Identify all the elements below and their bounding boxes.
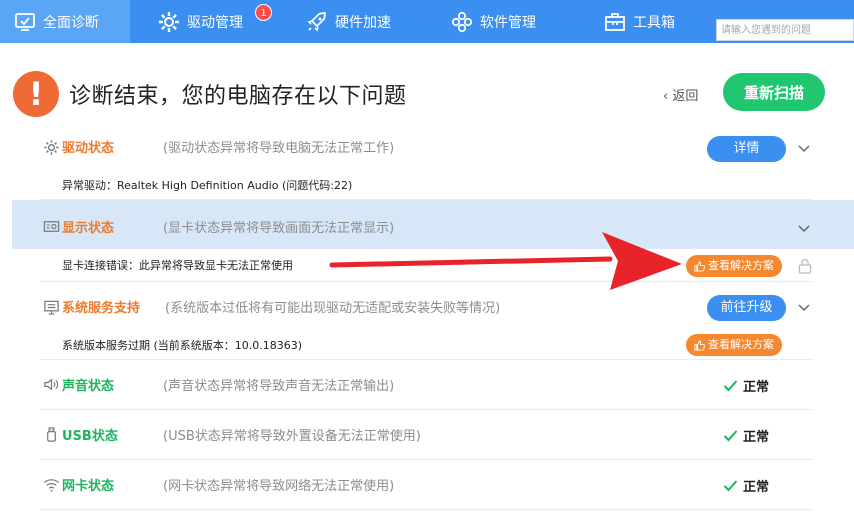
back-label: 返回	[672, 89, 699, 104]
tab-driver-management[interactable]: 驱动管理	[158, 0, 243, 43]
row-driver-status: 驱动状态 (驱动状态异常将导致电脑无法正常工作) 详情 异常驱动：Realtek…	[40, 122, 813, 200]
chevron-down-icon[interactable]	[797, 222, 811, 236]
row-description: (显卡状态异常将导致画面无法正常显示)	[163, 221, 395, 236]
row-name: 网卡状态	[62, 479, 115, 494]
tab-label: 软件管理	[480, 14, 536, 31]
tab-label: 硬件加速	[335, 14, 391, 31]
display-card-icon	[43, 221, 60, 232]
check-icon	[723, 430, 738, 442]
row-description: (USB状态异常将导致外置设备无法正常使用)	[163, 429, 421, 444]
view-solution-button[interactable]: 查看解决方案	[686, 334, 782, 356]
apps-icon	[451, 11, 473, 32]
monitor-check-icon	[15, 12, 35, 31]
row-name: 显示状态	[62, 221, 115, 236]
rescan-button[interactable]: 重新扫描	[723, 73, 825, 111]
top-nav: 全面诊断 驱动管理 1 硬件加速 软件管理 工具箱	[0, 0, 854, 43]
gear-icon	[159, 11, 179, 32]
check-icon	[723, 380, 738, 392]
check-icon	[723, 480, 738, 492]
tab-label: 全面诊断	[43, 14, 99, 31]
status-ok: 正常	[723, 376, 769, 395]
row-sound-status: 声音状态 (声音状态异常将导致声音无法正常输出) 正常	[40, 360, 813, 410]
upgrade-button[interactable]: 前往升级	[707, 295, 786, 321]
view-solution-button[interactable]: 查看解决方案	[686, 255, 782, 277]
chevron-down-icon[interactable]	[797, 142, 811, 156]
status-label: 正常	[743, 480, 770, 495]
button-label: 查看解决方案	[708, 259, 774, 272]
row-system-service: 系统服务支持 (系统版本过低将有可能出现驱动无适配或安装失败等情况) 前往升级 …	[40, 282, 813, 360]
page-title: 诊断结束，您的电脑存在以下问题	[69, 84, 407, 109]
status-label: 正常	[743, 430, 770, 445]
row-description: (驱动状态异常将导致电脑无法正常工作)	[163, 141, 395, 156]
row-usb-status: USB状态 (USB状态异常将导致外置设备无法正常使用) 正常	[40, 410, 813, 460]
notification-badge: 1	[255, 4, 272, 21]
status-label: 正常	[743, 380, 770, 395]
button-label: 查看解决方案	[708, 338, 774, 351]
speaker-icon	[44, 378, 59, 391]
back-link[interactable]: ‹ 返回	[663, 85, 698, 104]
row-name: 驱动状态	[62, 141, 115, 156]
row-name: 系统服务支持	[62, 301, 141, 316]
toolbox-icon	[605, 12, 625, 31]
tab-full-diagnosis[interactable]: 全面诊断	[0, 0, 130, 43]
lock-icon	[798, 258, 812, 274]
tab-label: 驱动管理	[187, 14, 243, 31]
tab-label: 工具箱	[633, 14, 675, 31]
thumbs-up-icon	[694, 339, 705, 351]
chevron-left-icon: ‹	[663, 89, 673, 104]
details-button[interactable]: 详情	[707, 136, 786, 162]
row-description: (网卡状态异常将导致网络无法正常使用)	[163, 479, 395, 494]
thumbs-up-icon	[694, 260, 705, 272]
status-ok: 正常	[723, 476, 769, 495]
wifi-icon	[43, 479, 60, 492]
row-detail: 异常驱动：Realtek High Definition Audio (问题代码…	[62, 179, 353, 192]
chevron-down-icon[interactable]	[797, 301, 811, 315]
row-name: USB状态	[62, 429, 118, 444]
status-ok: 正常	[723, 426, 769, 445]
row-name: 声音状态	[62, 379, 115, 394]
row-description: (声音状态异常将导致声音无法正常输出)	[163, 379, 395, 394]
tab-toolbox[interactable]: 工具箱	[604, 0, 675, 43]
warning-icon: !	[13, 71, 59, 117]
row-display-status: 显示状态 (显卡状态异常将导致画面无法正常显示) 显卡连接错误：此异常将导致显卡…	[12, 200, 854, 282]
computer-icon	[44, 300, 59, 315]
row-highlight	[12, 200, 854, 249]
row-description: (系统版本过低将有可能出现驱动无适配或安装失败等情况)	[165, 301, 501, 316]
tab-hardware-acceleration[interactable]: 硬件加速	[306, 0, 391, 43]
search-input[interactable]	[716, 19, 854, 41]
rocket-icon	[307, 11, 326, 31]
row-detail: 显卡连接错误：此异常将导致显卡无法正常使用	[62, 259, 293, 272]
tab-software-management[interactable]: 软件管理	[451, 0, 536, 43]
usb-icon	[47, 427, 56, 442]
row-detail: 系统版本服务过期 (当前系统版本：10.0.18363)	[62, 339, 303, 352]
row-network-status: 网卡状态 (网卡状态异常将导致网络无法正常使用) 正常	[40, 460, 813, 510]
gear-icon	[44, 140, 59, 155]
